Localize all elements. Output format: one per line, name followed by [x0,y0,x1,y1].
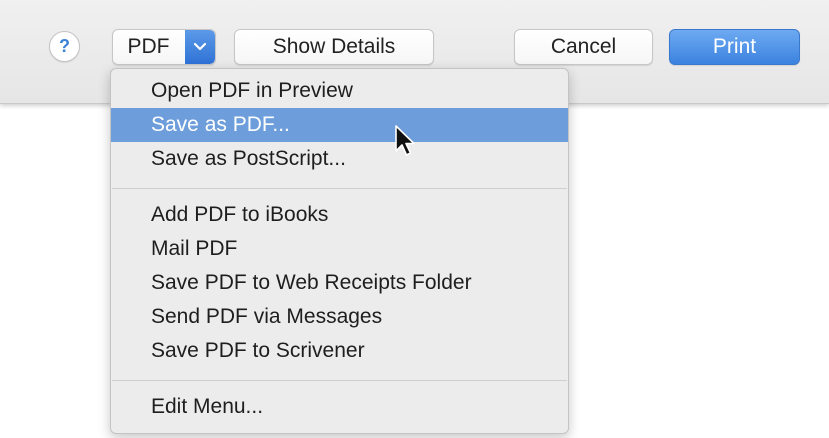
help-icon: ? [59,36,70,56]
menu-item-save-pdf-to-scrivener[interactable]: Save PDF to Scrivener [111,334,568,368]
mouse-pointer-icon [395,125,415,156]
menu-separator [112,380,567,381]
menu-item-mail-pdf[interactable]: Mail PDF [111,232,568,266]
pdf-dropdown-menu: Open PDF in Preview Save as PDF... Save … [110,68,569,434]
pdf-menu-button[interactable]: PDF [112,29,216,65]
print-button[interactable]: Print [669,29,800,65]
show-details-button[interactable]: Show Details [234,29,434,65]
menu-item-save-as-postscript[interactable]: Save as PostScript... [111,142,568,176]
pdf-menu-label: PDF [127,35,170,58]
pdf-menu-arrow[interactable] [185,30,215,64]
menu-item-send-pdf-via-messages[interactable]: Send PDF via Messages [111,300,568,334]
menu-item-open-pdf-in-preview[interactable]: Open PDF in Preview [111,74,568,108]
menu-item-edit-menu[interactable]: Edit Menu... [111,390,568,424]
chevron-down-icon [194,42,206,51]
menu-separator [112,188,567,189]
cancel-button[interactable]: Cancel [514,29,653,65]
help-button[interactable]: ? [49,31,80,62]
menu-item-add-pdf-to-ibooks[interactable]: Add PDF to iBooks [111,198,568,232]
menu-item-save-pdf-to-web-receipts-folder[interactable]: Save PDF to Web Receipts Folder [111,266,568,300]
menu-item-save-as-pdf[interactable]: Save as PDF... [111,108,568,142]
